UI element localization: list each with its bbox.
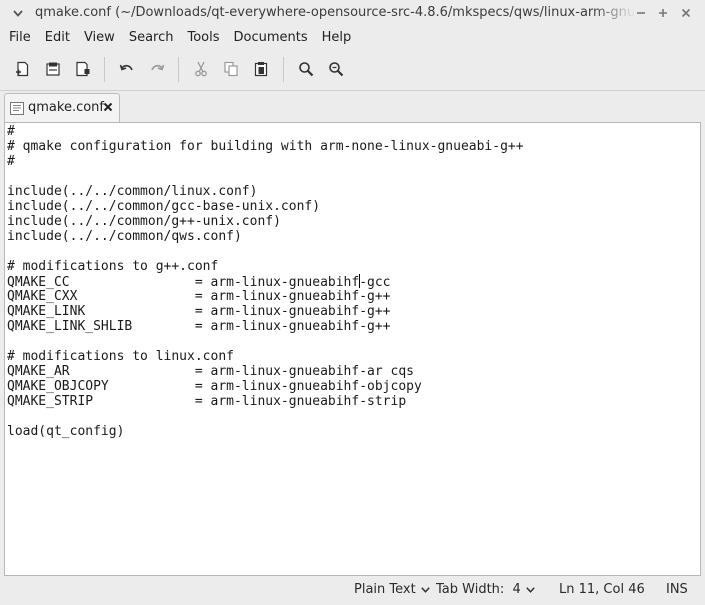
copy-icon[interactable] <box>219 58 243 80</box>
document-tab-bar: qmake.conf <box>0 90 705 123</box>
text-cursor <box>358 274 360 288</box>
maximize-icon[interactable] <box>654 4 672 22</box>
toolbar-separator <box>283 57 284 82</box>
code-line[interactable]: # <box>7 154 524 169</box>
title-bar[interactable]: qmake.conf (~/Downloads/qt-everywhere-op… <box>0 0 705 27</box>
window-title: qmake.conf (~/Downloads/qt-everywhere-op… <box>35 5 635 20</box>
save-document-icon[interactable] <box>71 58 95 80</box>
code-line[interactable]: include(../../common/qws.conf) <box>7 229 524 244</box>
code-line[interactable]: # qmake configuration for building with … <box>7 139 524 154</box>
window-menu-icon[interactable] <box>11 9 25 18</box>
code-line[interactable]: QMAKE_LINK_SHLIB = arm-linux-gnueabihf-g… <box>7 319 524 334</box>
close-icon[interactable] <box>677 4 695 22</box>
code-line[interactable]: # <box>7 124 524 139</box>
menu-view[interactable]: View <box>76 27 121 49</box>
menu-bar: File Edit View Search Tools Documents He… <box>0 27 705 49</box>
code-line[interactable]: ​ <box>7 334 524 349</box>
code-line[interactable]: load(qt_config) <box>7 424 524 439</box>
code-line[interactable]: QMAKE_LINK = arm-linux-gnueabihf-g++ <box>7 304 524 319</box>
cut-icon[interactable] <box>189 58 213 80</box>
code-line[interactable]: QMAKE_OBJCOPY = arm-linux-gnueabihf-objc… <box>7 379 524 394</box>
find-replace-icon[interactable] <box>324 58 348 80</box>
code-line[interactable]: QMAKE_STRIP = arm-linux-gnueabihf-strip <box>7 394 524 409</box>
chevron-down-icon <box>420 582 430 597</box>
menu-help[interactable]: Help <box>314 27 358 49</box>
tab-width-label: Tab Width: 4 <box>436 582 521 597</box>
code-view[interactable]: # # qmake configuration for building with… <box>7 124 524 439</box>
menu-file[interactable]: File <box>0 27 37 49</box>
cursor-position: Ln 11, Col 46 <box>559 582 645 597</box>
tab-close-icon[interactable] <box>101 99 115 115</box>
code-line[interactable]: ​ <box>7 169 524 184</box>
tab-width-selector[interactable]: Tab Width: 4 <box>436 582 535 597</box>
menu-tools[interactable]: Tools <box>179 27 225 49</box>
code-line[interactable]: include(../../common/g++-unix.conf) <box>7 214 524 229</box>
toolbar-separator <box>104 57 105 82</box>
find-icon[interactable] <box>294 58 318 80</box>
undo-icon[interactable] <box>115 58 139 80</box>
code-line[interactable]: include(../../common/gcc-base-unix.conf) <box>7 199 524 214</box>
status-bar: Plain Text Tab Width: 4 Ln 11, Col 46 IN… <box>0 577 705 605</box>
text-document-icon <box>10 102 24 115</box>
chevron-down-icon <box>526 582 535 597</box>
paste-icon[interactable] <box>249 58 273 80</box>
minimize-icon[interactable] <box>632 4 650 22</box>
language-label: Plain Text <box>354 582 416 597</box>
code-line[interactable]: QMAKE_AR = arm-linux-gnueabihf-ar cqs <box>7 364 524 379</box>
code-line[interactable]: QMAKE_CC = arm-linux-gnueabihf-gcc <box>7 274 524 290</box>
code-line[interactable]: ​ <box>7 244 524 259</box>
new-document-icon[interactable] <box>11 58 35 80</box>
menu-search[interactable]: Search <box>121 27 180 49</box>
text-editor[interactable]: # # qmake configuration for building with… <box>4 122 701 576</box>
toolbar-separator <box>178 57 179 82</box>
tab-label: qmake.conf <box>28 100 104 115</box>
menu-documents[interactable]: Documents <box>226 27 314 49</box>
code-line[interactable]: include(../../common/linux.conf) <box>7 184 524 199</box>
menu-edit[interactable]: Edit <box>37 27 76 49</box>
code-line[interactable]: # modifications to g++.conf <box>7 259 524 274</box>
redo-icon[interactable] <box>145 58 169 80</box>
open-document-icon[interactable] <box>41 58 65 80</box>
code-line[interactable]: ​ <box>7 409 524 424</box>
tab-qmake-conf[interactable]: qmake.conf <box>4 93 120 123</box>
code-line[interactable]: # modifications to linux.conf <box>7 349 524 364</box>
language-selector[interactable]: Plain Text <box>354 582 430 597</box>
code-line[interactable]: QMAKE_CXX = arm-linux-gnueabihf-g++ <box>7 289 524 304</box>
insert-mode: INS <box>666 582 688 597</box>
app-window: qmake.conf (~/Downloads/qt-everywhere-op… <box>0 0 705 605</box>
toolbar <box>0 51 705 87</box>
